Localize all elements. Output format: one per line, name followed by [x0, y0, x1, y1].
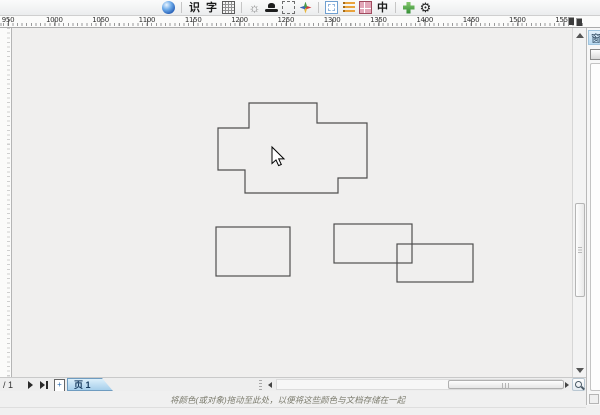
- docked-panel-icon[interactable]: [590, 49, 600, 60]
- ruler-label: 1100: [139, 16, 156, 24]
- ruler-label: 1050: [92, 16, 109, 24]
- last-page-button[interactable]: [40, 381, 50, 389]
- last-page-bar: [46, 381, 48, 389]
- recognize-text-button[interactable]: 识: [188, 1, 201, 15]
- page-setup-icon-button[interactable]: [325, 1, 338, 15]
- ruler-label: 1200: [231, 16, 248, 24]
- ruler-label: 1000: [46, 16, 63, 24]
- word-button[interactable]: 字: [205, 1, 218, 15]
- keypad-icon: [222, 1, 235, 14]
- next-page-icon: [28, 381, 33, 389]
- color-grid-icon-button[interactable]: [359, 1, 372, 15]
- globe-icon-button[interactable]: [162, 1, 175, 15]
- ink-hat-icon: [265, 1, 278, 14]
- keypad-icon-button[interactable]: [222, 1, 235, 15]
- zoom-magnifier-button[interactable]: [572, 378, 585, 391]
- docked-panel-sliver: 窗: [586, 28, 600, 405]
- ruler-label: 950: [2, 16, 14, 24]
- sun-icon-button[interactable]: [248, 1, 261, 15]
- ruler-label: 1250: [277, 16, 294, 24]
- horizontal-scrollbar[interactable]: [276, 379, 562, 390]
- ruler-label: 1350: [370, 16, 387, 24]
- status-divider: [0, 407, 586, 408]
- ruler-unit-icon[interactable]: [568, 17, 584, 26]
- ruler-label: 1300: [324, 16, 341, 24]
- star-icon-button[interactable]: [299, 1, 312, 15]
- vertical-scrollbar-thumb[interactable]: [575, 203, 585, 297]
- left-arrow-icon: [268, 382, 272, 388]
- vertical-ruler: [0, 28, 12, 377]
- scroll-left-button[interactable]: [265, 380, 275, 390]
- rectangle-shape[interactable]: [216, 227, 290, 276]
- gear-icon: [419, 1, 432, 14]
- ruler-label: 1400: [416, 16, 433, 24]
- marquee-icon-button[interactable]: [282, 1, 295, 15]
- page-navigation-bar: / 1 页 1: [0, 377, 586, 391]
- ink-hat-icon-button[interactable]: [265, 1, 278, 15]
- drawing-canvas[interactable]: [12, 28, 572, 377]
- scroll-up-button[interactable]: [575, 30, 585, 40]
- toolbar-separator: [241, 2, 242, 13]
- toolbar-separator: [181, 2, 182, 13]
- horizontal-ruler: 950 1000 1050 1100 1150 1200 1250 1300 1350 1400 1…: [0, 16, 600, 28]
- status-hint-text: 将颜色(或对象)拖动至此处，以便将这些颜色与文档存储在一起: [170, 394, 405, 406]
- list-icon-button[interactable]: [342, 1, 355, 15]
- ruler-label: 1450: [463, 16, 480, 24]
- marquee-icon: [282, 1, 295, 14]
- toolbar-separator: [318, 2, 319, 13]
- down-arrow-icon: [576, 368, 584, 373]
- vertical-scrollbar[interactable]: [572, 28, 586, 377]
- mouse-cursor: [272, 147, 284, 166]
- sun-icon: [248, 1, 261, 14]
- docked-panel-footer-box: [589, 394, 599, 404]
- toolbar: 识字 中: [0, 0, 600, 16]
- puzzle-icon: [403, 2, 415, 14]
- docked-panel-body: [590, 63, 600, 391]
- status-bar: 将颜色(或对象)拖动至此处，以便将这些颜色与文档存储在一起: [0, 391, 600, 415]
- horizontal-scrollbar-thumb[interactable]: [448, 380, 564, 389]
- toolbar-separator: [395, 2, 396, 13]
- up-arrow-icon: [576, 33, 584, 38]
- puzzle-icon-button[interactable]: [402, 1, 415, 15]
- list-icon: [343, 2, 355, 13]
- ruler-label: 1500: [509, 16, 526, 24]
- next-page-button[interactable]: [28, 381, 38, 389]
- right-arrow-icon: [565, 382, 569, 388]
- page-indicator: / 1: [3, 380, 13, 390]
- scroll-down-button[interactable]: [575, 365, 585, 375]
- ruler-label: 1150: [185, 16, 202, 24]
- scroll-right-button[interactable]: [562, 380, 572, 390]
- last-page-icon: [40, 381, 45, 389]
- scrollbar-grip[interactable]: [259, 380, 262, 390]
- center-button[interactable]: 中: [376, 1, 389, 15]
- gear-icon-button[interactable]: [419, 1, 432, 15]
- page-tab[interactable]: 页 1: [67, 378, 113, 391]
- shapes-layer: [12, 28, 572, 377]
- docked-panel-header[interactable]: 窗: [588, 30, 600, 45]
- globe-icon: [162, 1, 175, 14]
- star-icon: [300, 2, 312, 14]
- page-setup-icon: [325, 1, 338, 14]
- cross-shape[interactable]: [218, 103, 367, 193]
- page-tab-label: 页 1: [74, 378, 91, 391]
- application-window: 识字 中 950 1000 1050 1100 1150 1200 1250 1300 1350 1…: [0, 0, 600, 415]
- color-grid-icon: [359, 1, 372, 14]
